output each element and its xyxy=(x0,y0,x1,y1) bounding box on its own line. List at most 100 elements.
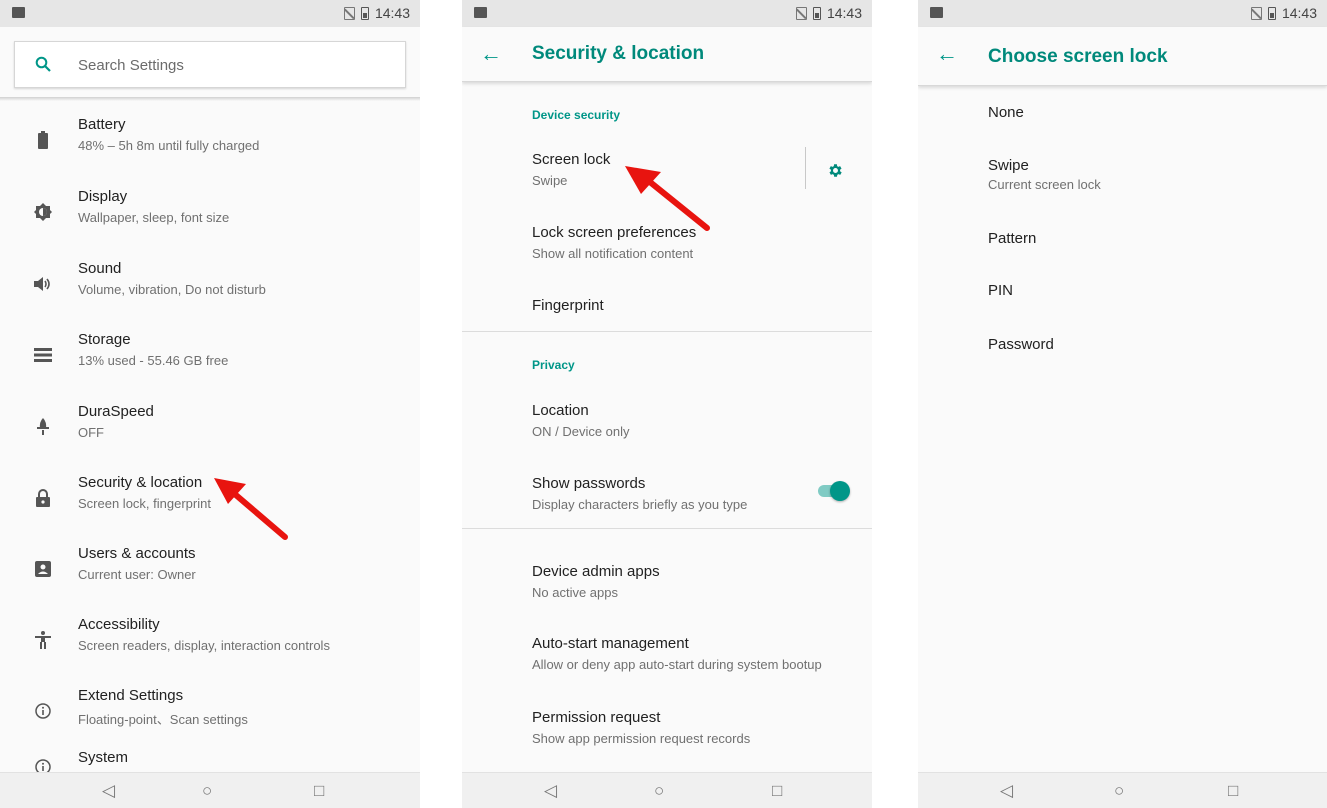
item-title: Extend Settings xyxy=(78,687,184,704)
section-header-device-security: Device security xyxy=(532,108,621,122)
back-arrow-icon[interactable]: ← xyxy=(480,41,502,67)
back-nav-icon[interactable]: ◁ xyxy=(102,781,115,801)
option-title: Password xyxy=(988,336,1054,353)
lock-screen-preferences-item[interactable]: Lock screen preferences Show all notific… xyxy=(532,224,696,261)
no-sim-icon xyxy=(1250,6,1262,20)
accessibility-icon xyxy=(34,631,52,649)
battery-icon xyxy=(34,131,52,149)
back-nav-icon[interactable]: ◁ xyxy=(1000,781,1013,801)
rocket-icon xyxy=(34,418,52,436)
settings-item-storage[interactable]: Storage 13% used - 55.46 GB free xyxy=(0,320,420,390)
account-icon xyxy=(34,560,52,578)
lock-option-pattern[interactable]: Pattern xyxy=(988,230,1036,247)
fingerprint-item[interactable]: Fingerprint xyxy=(532,297,604,314)
status-time: 14:43 xyxy=(1281,5,1317,21)
item-subtitle: Show app permission request records xyxy=(532,731,751,746)
item-title: Device admin apps xyxy=(532,563,660,580)
status-bar: 14:43 xyxy=(918,0,1327,27)
storage-icon xyxy=(34,346,52,364)
option-title: Swipe xyxy=(988,157,1029,174)
settings-item-battery[interactable]: Battery 48% – 5h 8m until fully charged xyxy=(0,105,420,175)
toggle-thumb xyxy=(830,481,850,501)
no-sim-icon xyxy=(343,6,355,20)
item-title: Fingerprint xyxy=(532,297,604,314)
permission-request-item[interactable]: Permission request Show app permission r… xyxy=(532,709,750,746)
back-nav-icon[interactable]: ◁ xyxy=(544,781,557,801)
search-bar[interactable]: Search Settings xyxy=(14,41,406,88)
option-title: Pattern xyxy=(988,230,1037,247)
home-nav-icon[interactable]: ○ xyxy=(1114,781,1124,801)
option-subtitle: Current screen lock xyxy=(988,177,1101,192)
section-divider xyxy=(462,331,872,332)
search-icon xyxy=(35,56,51,77)
device-admin-apps-item[interactable]: Device admin apps No active apps xyxy=(532,563,660,600)
volume-icon xyxy=(34,275,52,293)
lock-option-none[interactable]: None xyxy=(988,104,1024,121)
option-title: PIN xyxy=(988,282,1014,299)
location-item[interactable]: Location ON / Device only xyxy=(532,402,630,439)
vertical-divider xyxy=(805,147,806,189)
section-header-privacy: Privacy xyxy=(532,358,575,372)
item-subtitle: Screen lock, fingerprint xyxy=(78,496,211,511)
info-icon xyxy=(34,702,52,720)
gallery-notification-icon xyxy=(12,7,25,18)
settings-item-display[interactable]: Display Wallpaper, sleep, font size xyxy=(0,177,420,247)
screen-lock-item[interactable]: Screen lock Swipe xyxy=(532,151,610,188)
show-passwords-toggle[interactable] xyxy=(818,481,850,501)
lock-option-swipe[interactable]: Swipe Current screen lock xyxy=(988,157,1101,192)
option-title: None xyxy=(988,104,1024,121)
lock-option-pin[interactable]: PIN xyxy=(988,282,1013,299)
security-location-screen: 14:43 ← Security & location Device secur… xyxy=(462,0,872,808)
brightness-icon xyxy=(34,203,52,221)
battery-status-icon xyxy=(812,6,821,20)
item-title: Display xyxy=(78,188,128,205)
item-title: Location xyxy=(532,402,589,419)
item-title: Sound xyxy=(78,260,122,277)
item-subtitle: No active apps xyxy=(532,585,618,600)
item-subtitle: Show all notification content xyxy=(532,246,694,261)
item-subtitle: OFF xyxy=(78,425,104,440)
nav-bar: ◁ ○ □ xyxy=(0,772,420,808)
item-title: Users & accounts xyxy=(78,545,196,562)
recents-nav-icon[interactable]: □ xyxy=(314,781,324,801)
item-subtitle: 13% used - 55.46 GB free xyxy=(78,353,229,368)
item-subtitle: 48% – 5h 8m until fully charged xyxy=(78,138,260,153)
settings-item-sound[interactable]: Sound Volume, vibration, Do not disturb xyxy=(0,249,420,319)
item-title: Permission request xyxy=(532,709,661,726)
back-arrow-icon[interactable]: ← xyxy=(936,41,958,67)
item-subtitle: Floating-point、Scan settings xyxy=(78,712,248,727)
item-subtitle: Wallpaper, sleep, font size xyxy=(78,210,230,225)
lock-option-password[interactable]: Password xyxy=(988,336,1054,353)
settings-item-security-location[interactable]: Security & location Screen lock, fingerp… xyxy=(0,463,420,533)
item-subtitle: Allow or deny app auto-start during syst… xyxy=(532,657,822,672)
item-subtitle: Current user: Owner xyxy=(78,567,196,582)
item-title: Accessibility xyxy=(78,616,160,633)
settings-item-duraspeed[interactable]: DuraSpeed OFF xyxy=(0,392,420,462)
choose-screen-lock-screen: 14:43 ← Choose screen lock None Swipe Cu… xyxy=(918,0,1327,808)
home-nav-icon[interactable]: ○ xyxy=(654,781,664,801)
status-time: 14:43 xyxy=(826,5,862,21)
section-divider xyxy=(462,528,872,529)
gallery-notification-icon xyxy=(930,7,943,18)
home-nav-icon[interactable]: ○ xyxy=(202,781,212,801)
page-title: Security & location xyxy=(532,43,705,64)
item-subtitle: Volume, vibration, Do not disturb xyxy=(78,282,266,297)
show-passwords-item[interactable]: Show passwords Display characters briefl… xyxy=(532,475,747,512)
settings-item-extend-settings[interactable]: Extend Settings Floating-point、Scan sett… xyxy=(0,676,420,746)
recents-nav-icon[interactable]: □ xyxy=(1228,781,1238,801)
lock-icon xyxy=(34,489,52,507)
status-bar: 14:43 xyxy=(0,0,420,27)
item-title: System xyxy=(78,749,129,766)
item-subtitle: Screen readers, display, interaction con… xyxy=(78,638,330,653)
auto-start-management-item[interactable]: Auto-start management Allow or deny app … xyxy=(532,635,822,672)
battery-status-icon xyxy=(1267,6,1276,20)
recents-nav-icon[interactable]: □ xyxy=(772,781,782,801)
battery-status-icon xyxy=(360,6,369,20)
item-subtitle: Display characters briefly as you type xyxy=(532,497,748,512)
status-bar: 14:43 xyxy=(462,0,872,27)
gear-icon[interactable] xyxy=(827,162,844,184)
settings-item-accessibility[interactable]: Accessibility Screen readers, display, i… xyxy=(0,605,420,675)
settings-item-users-accounts[interactable]: Users & accounts Current user: Owner xyxy=(0,534,420,604)
gallery-notification-icon xyxy=(474,7,487,18)
item-title: Screen lock xyxy=(532,151,611,168)
